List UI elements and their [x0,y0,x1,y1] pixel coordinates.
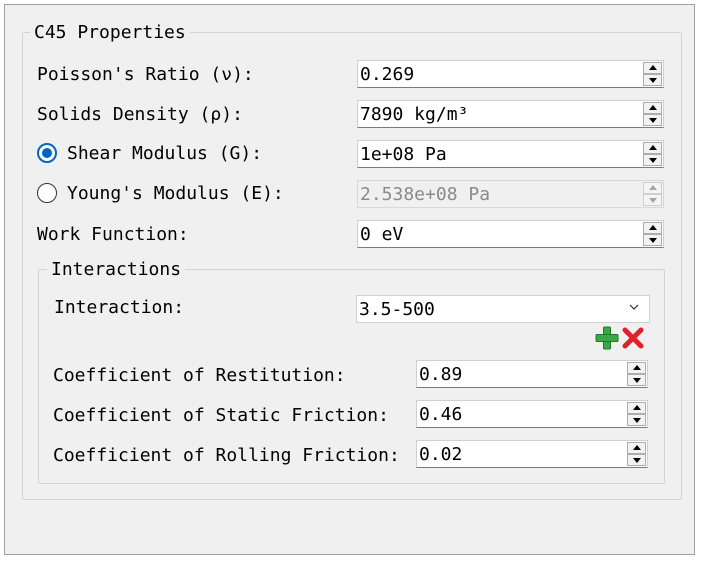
youngs-modulus-spinbox: 2.538e+08 Pa [357,180,664,208]
decrement-button[interactable] [643,154,662,166]
add-icon[interactable] [595,326,619,350]
delete-icon[interactable] [621,326,645,350]
poisson-ratio-value: 0.269 [360,64,415,85]
solids-density-value: 7890 kg/m³ [360,104,469,125]
rolling-friction-label: Coefficient of Rolling Friction: [53,445,400,466]
increment-button[interactable] [643,142,662,154]
interaction-value: 3.5-500 [359,299,435,320]
rolling-friction-spinbox[interactable]: 0.02 [416,440,648,468]
work-function-label: Work Function: [37,224,189,245]
restitution-label: Coefficient of Restitution: [53,365,346,386]
shear-modulus-label[interactable]: Shear Modulus (G): [67,142,262,166]
rolling-friction-value: 0.02 [419,444,463,465]
decrement-button[interactable] [627,414,646,426]
increment-button[interactable] [627,362,646,374]
decrement-button[interactable] [643,74,662,86]
decrement-button[interactable] [627,374,646,386]
shear-modulus-radio[interactable] [37,143,57,163]
solids-density-label: Solids Density (ρ): [37,104,243,125]
interactions-title: Interactions [47,259,186,281]
interaction-select[interactable]: 3.5-500 [356,295,650,323]
decrement-button[interactable] [643,234,662,246]
decrement-button[interactable] [627,454,646,466]
decrement-button [643,194,662,206]
increment-button[interactable] [627,402,646,414]
static-friction-spinbox[interactable]: 0.46 [416,400,648,428]
work-function-spinbox[interactable]: 0 eV [357,220,664,248]
increment-button[interactable] [643,62,662,74]
increment-button[interactable] [627,442,646,454]
static-friction-value: 0.46 [419,404,463,425]
youngs-modulus-label[interactable]: Young's Modulus (E): [67,182,284,206]
work-function-value: 0 eV [360,224,404,245]
group-title: C45 Properties [30,22,190,44]
poisson-ratio-label: Poisson's Ratio (ν): [37,64,254,85]
properties-panel: C45 Properties Poisson's Ratio (ν): 0.26… [4,4,695,555]
shear-modulus-value: 1e+08 Pa [360,144,447,165]
interaction-label: Interaction: [54,297,185,318]
shear-modulus-spinbox[interactable]: 1e+08 Pa [357,140,664,168]
static-friction-label: Coefficient of Static Friction: [53,405,389,426]
increment-button[interactable] [643,102,662,114]
increment-button[interactable] [643,222,662,234]
increment-button [643,182,662,194]
youngs-modulus-value: 2.538e+08 Pa [360,184,491,205]
youngs-modulus-radio[interactable] [37,183,57,203]
chevron-down-icon [629,304,639,310]
poisson-ratio-spinbox[interactable]: 0.269 [357,60,664,88]
decrement-button[interactable] [643,114,662,126]
restitution-value: 0.89 [419,364,463,385]
solids-density-spinbox[interactable]: 7890 kg/m³ [357,100,664,128]
restitution-spinbox[interactable]: 0.89 [416,360,648,388]
